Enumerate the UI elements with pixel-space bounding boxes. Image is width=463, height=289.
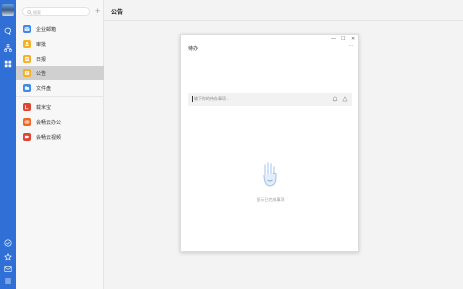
menu-icon[interactable] bbox=[3, 276, 13, 286]
todo-input-placeholder: 输下你的待办事项... bbox=[194, 96, 230, 101]
search-input[interactable]: 搜索 bbox=[22, 7, 90, 16]
sidebar-divider bbox=[16, 96, 104, 97]
sidebar-item-label: 日报 bbox=[36, 56, 47, 63]
dialog-title: 待办 bbox=[188, 46, 199, 52]
sidebar-item-label: 会畅云办公 bbox=[36, 119, 62, 126]
chat-icon[interactable] bbox=[3, 26, 13, 36]
avatar[interactable] bbox=[2, 4, 14, 16]
check-circle-icon[interactable] bbox=[3, 238, 13, 248]
sidebar-item-label: 企业邮箱 bbox=[36, 26, 57, 33]
sidebar-item-mail[interactable]: 企业邮箱 bbox=[16, 22, 104, 36]
app-icon bbox=[23, 103, 31, 111]
sidebar-item-label: 审批 bbox=[36, 41, 47, 48]
sidebar-item-label: 文件盘 bbox=[36, 85, 52, 92]
minimize-button[interactable]: — bbox=[331, 36, 336, 42]
sidebar-item-announcement[interactable]: 公告 bbox=[16, 66, 104, 80]
report-icon bbox=[23, 55, 31, 63]
search-placeholder: 搜索 bbox=[33, 9, 41, 15]
flag-icon[interactable] bbox=[342, 96, 348, 102]
header-divider bbox=[104, 20, 463, 21]
close-button[interactable]: ✕ bbox=[351, 36, 355, 42]
sidebar-item-app[interactable]: 载米宝 bbox=[16, 100, 104, 114]
maximize-button[interactable]: ☐ bbox=[341, 36, 345, 42]
apps-icon[interactable] bbox=[3, 59, 13, 69]
star-icon[interactable] bbox=[3, 252, 13, 262]
search-bar: 搜索 + bbox=[22, 6, 106, 16]
sidebar: 搜索 + 企业邮箱 审批 日报 公告 文件盘 载米宝 会畅云办公 会畅云视频 bbox=[16, 0, 104, 289]
sidebar-item-approval[interactable]: 审批 bbox=[16, 37, 104, 51]
todo-input[interactable]: 输下你的待办事项... bbox=[188, 93, 352, 106]
sidebar-item-label: 会畅云视频 bbox=[36, 134, 62, 141]
add-button[interactable]: + bbox=[95, 6, 100, 16]
sidebar-item-cloud-video[interactable]: 会畅云视频 bbox=[16, 130, 104, 144]
approval-icon bbox=[23, 40, 31, 48]
empty-state-icon bbox=[263, 162, 277, 187]
video-icon bbox=[23, 133, 31, 141]
bell-icon[interactable] bbox=[332, 96, 338, 102]
announcement-icon bbox=[23, 69, 31, 77]
empty-state-text[interactable]: 显示已完成事项 bbox=[181, 197, 360, 203]
sidebar-item-daily-report[interactable]: 日报 bbox=[16, 52, 104, 66]
sidebar-item-label: 公告 bbox=[36, 70, 47, 77]
sidebar-item-cloud-office[interactable]: 会畅云办公 bbox=[16, 115, 104, 129]
cloud-office-icon bbox=[23, 118, 31, 126]
more-options-button[interactable]: ··· bbox=[349, 43, 354, 49]
todo-dialog: — ☐ ✕ 待办 ··· 输下你的待办事项... 显示已完成事项 bbox=[180, 34, 359, 252]
app-rail bbox=[0, 0, 16, 289]
mail-icon[interactable] bbox=[3, 264, 13, 274]
sidebar-item-file-drive[interactable]: 文件盘 bbox=[16, 81, 104, 95]
org-chart-icon[interactable] bbox=[3, 43, 13, 53]
text-caret bbox=[192, 96, 193, 102]
mail-icon bbox=[23, 25, 31, 33]
sidebar-item-label: 载米宝 bbox=[36, 104, 52, 111]
page-title: 公告 bbox=[111, 10, 124, 16]
search-icon bbox=[27, 10, 32, 15]
folder-icon bbox=[23, 84, 31, 92]
